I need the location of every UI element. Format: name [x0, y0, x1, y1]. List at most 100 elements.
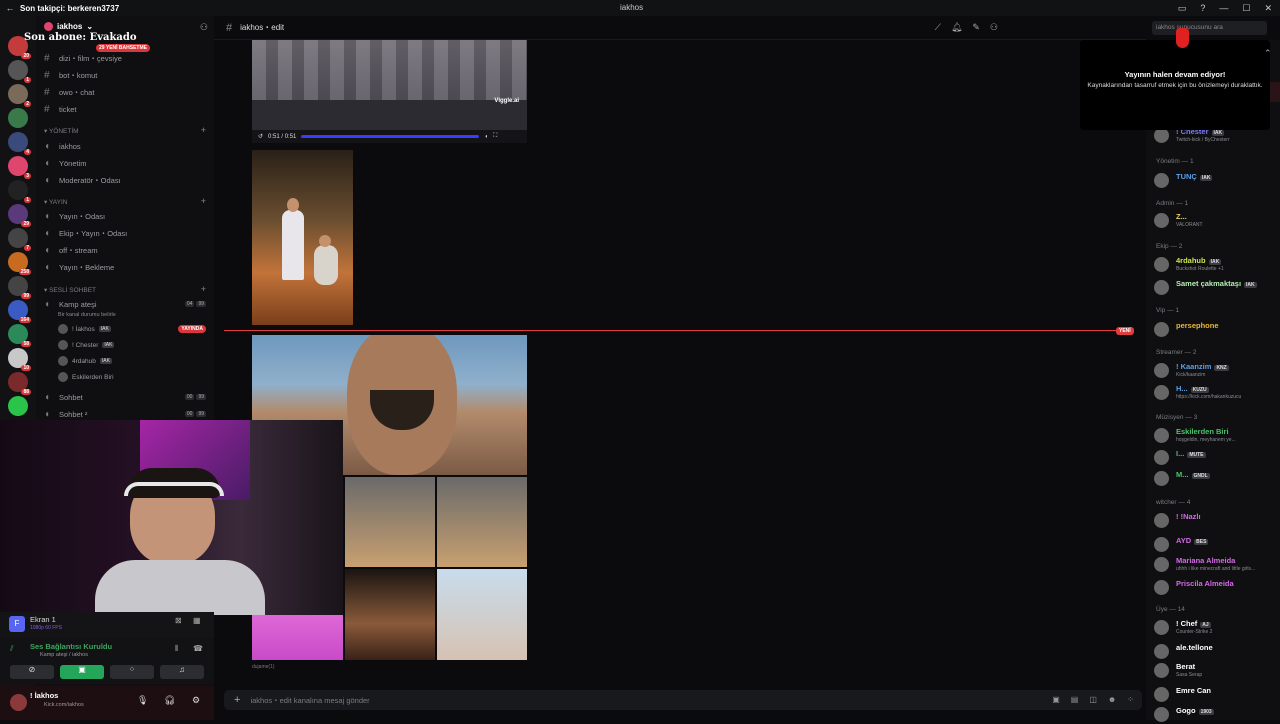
member-item[interactable]: ! !Nazlı — [1154, 510, 1278, 530]
collapse-icon[interactable]: ⌃ — [1264, 48, 1272, 59]
apps-icon[interactable]: ⁘ — [1127, 695, 1134, 704]
member-item[interactable]: ! Kaanzim KNZ Kick/kaanzim — [1154, 360, 1278, 380]
volume-icon[interactable]: ◖ — [484, 134, 488, 140]
server-icon[interactable]: 164 — [8, 300, 31, 323]
category-yonetim[interactable]: ▾ YÖNETİM — [44, 127, 79, 135]
microphone-icon[interactable]: 🎙︎ — [137, 695, 148, 706]
server-icon[interactable]: 29 — [8, 204, 31, 227]
add-channel-icon[interactable]: + — [201, 284, 206, 294]
grid-image-4[interactable] — [437, 569, 527, 660]
member-item[interactable]: I... MUTE — [1154, 447, 1278, 467]
grid-image-1[interactable] — [345, 477, 435, 567]
voice-user[interactable]: ! Chester IAK — [58, 338, 206, 352]
server-icon[interactable]: 99 — [8, 276, 31, 299]
search-input[interactable]: iakhos sunucusunu ara — [1152, 21, 1267, 35]
video-progress-bar[interactable] — [301, 135, 480, 138]
channel-item[interactable]: ◖ Moderatör・Odası — [44, 173, 210, 187]
member-item[interactable]: TUNÇ IAK — [1154, 170, 1278, 190]
voice-user[interactable]: 4rdahub IAK — [58, 354, 206, 368]
channel-item[interactable]: ◖ Ekip・Yayın・Odası — [44, 226, 210, 240]
activities-button[interactable]: ⁘ — [110, 665, 154, 679]
server-icon[interactable]: 1 — [8, 60, 31, 83]
server-icon[interactable]: 1 — [8, 180, 31, 203]
add-channel-icon[interactable]: + — [201, 125, 206, 135]
plus-icon[interactable]: + — [234, 694, 240, 706]
channel-item[interactable]: # owo・chat — [44, 85, 210, 99]
channel-item[interactable]: ◖ iakhos — [44, 139, 210, 153]
noise-icon[interactable]: ⦀ — [175, 644, 179, 654]
arrow-left-icon[interactable]: ← — [0, 3, 20, 13]
video-off-button[interactable]: ⊘ — [10, 665, 54, 679]
member-item[interactable]: Berat Sasa Serap — [1154, 660, 1278, 680]
channel-item[interactable]: ◖ off・stream — [44, 243, 210, 257]
channel-item[interactable]: # dizi・film・çevsiye — [44, 51, 210, 65]
channel-item[interactable]: ◖ Yönetim — [44, 156, 210, 170]
member-item[interactable]: ! Chef AJ Counter-Strike 2 — [1154, 617, 1278, 637]
voice-user[interactable]: Eskilerden Biri — [58, 370, 206, 384]
member-item[interactable]: ale.tellone — [1154, 641, 1278, 661]
server-icon[interactable]: 7 — [8, 228, 31, 251]
member-item[interactable]: Priscila Almeida — [1154, 577, 1278, 597]
disconnect-icon[interactable]: ☎ — [193, 644, 203, 653]
close-button[interactable]: ✕ — [1264, 3, 1272, 14]
member-item[interactable]: Gogo 1903 — [1154, 704, 1278, 724]
new-mentions-badge[interactable]: 29 YENİ BAHSETME — [96, 44, 150, 52]
soundboard-button[interactable]: ♫ — [160, 665, 204, 679]
bell-icon[interactable]: 🔔︎ — [951, 22, 962, 33]
server-icon[interactable]: 258 — [8, 252, 31, 275]
server-icon[interactable]: 3 — [8, 156, 31, 179]
member-item[interactable]: Emre Can — [1154, 684, 1278, 704]
stream-settings-icon[interactable]: ▦ — [193, 616, 201, 625]
grid-image-5[interactable] — [252, 612, 343, 660]
server-icon[interactable] — [8, 396, 28, 416]
stop-stream-icon[interactable]: ⊠ — [175, 616, 182, 625]
server-icon[interactable]: 10 — [8, 348, 31, 371]
voice-channel-status[interactable]: Bir kanal durumu belirle — [58, 312, 116, 318]
add-friend-icon[interactable]: ⚇ — [200, 22, 208, 33]
video-attachment[interactable]: Viggle.ai — [252, 40, 527, 130]
server-icon[interactable]: 88 — [8, 372, 31, 395]
member-item[interactable]: Z... VALORANT — [1154, 210, 1278, 230]
category-sesli[interactable]: ▾ SESLİ SOHBET — [44, 286, 96, 294]
members-icon[interactable]: ⚇ — [990, 22, 998, 33]
category-yayin[interactable]: ▾ YAYIN — [44, 198, 68, 206]
fullscreen-icon[interactable]: ⛶ — [493, 133, 497, 140]
server-icon[interactable]: 2 — [8, 84, 31, 107]
grid-image-2[interactable] — [437, 477, 527, 567]
member-item[interactable]: persephone — [1154, 319, 1278, 339]
member-item[interactable]: Mariana Almeida uhhh i like minecraft and… — [1154, 554, 1278, 574]
replay-icon[interactable]: ↺ — [258, 133, 263, 140]
image-attachment-1[interactable] — [252, 150, 353, 325]
grid-image-3[interactable] — [345, 569, 435, 660]
message-composer[interactable]: + iakhos・edit kanalına mesaj gönder ▣ ▤ … — [224, 690, 1142, 710]
minimize-button[interactable]: — — [1219, 3, 1228, 13]
gif-icon[interactable]: ▤ — [1071, 695, 1079, 704]
channel-item[interactable]: ◖ Yayın・Bekleme — [44, 260, 210, 274]
pin-icon[interactable]: ✎ — [972, 22, 980, 33]
member-item[interactable]: Eskilerden Biri hoşgeldin, meyhanem ye... — [1154, 425, 1278, 445]
inbox-icon[interactable]: ▭ — [1178, 3, 1187, 14]
signal-icon[interactable]: ⫽ — [10, 644, 14, 654]
channel-item[interactable]: # ticket — [44, 102, 210, 116]
voice-channel[interactable]: Kamp ateşi / iakhos — [40, 652, 88, 658]
member-item[interactable]: H... KUZU https://kick.com/hakankuzucu — [1154, 382, 1278, 402]
member-item[interactable]: AYD BES — [1154, 534, 1278, 554]
gear-icon[interactable]: ⚙ — [192, 695, 200, 706]
voice-user[interactable]: ! İakhos IAK YAYINDA — [58, 322, 206, 336]
maximize-button[interactable]: ☐ — [1242, 3, 1250, 14]
server-icon[interactable]: 4 — [8, 132, 31, 155]
headphones-icon[interactable]: 🎧︎ — [164, 695, 175, 706]
add-channel-icon[interactable]: + — [201, 196, 206, 206]
sticker-icon[interactable]: ◫ — [1089, 695, 1097, 704]
member-item[interactable]: M... GNDL — [1154, 468, 1278, 488]
channel-item[interactable]: ◖ Yayın・Odası — [44, 209, 210, 223]
gift-icon[interactable]: ▣ — [1052, 695, 1060, 704]
help-icon[interactable]: ? — [1200, 3, 1205, 13]
member-item[interactable]: 4rdahub IAK Buckshot Roulette +1 — [1154, 254, 1278, 274]
server-header[interactable]: iakhos ⌄ — [44, 22, 93, 31]
server-icon[interactable]: 58 — [8, 324, 31, 347]
member-item[interactable]: Samet çakmaktaşı IAK — [1154, 277, 1278, 297]
server-icon[interactable] — [8, 108, 28, 128]
user-avatar[interactable] — [10, 694, 27, 711]
threads-icon[interactable]: ⟋ — [935, 22, 941, 33]
